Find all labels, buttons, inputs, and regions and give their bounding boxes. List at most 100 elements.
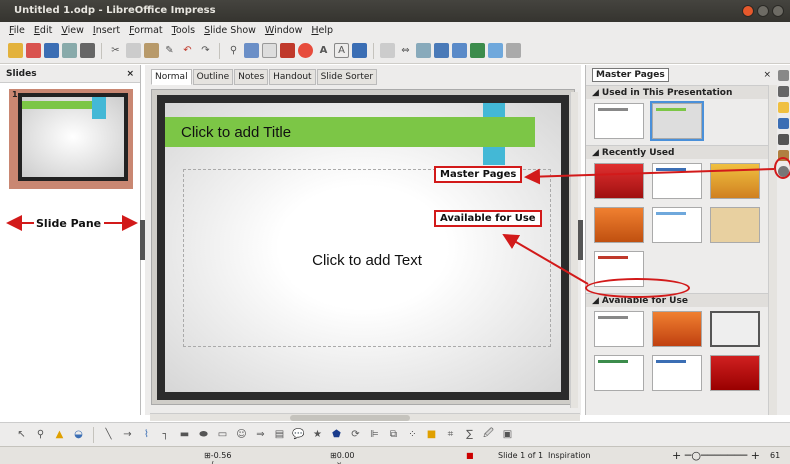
helplines-icon[interactable]: ⇔: [398, 43, 413, 58]
arrow-line-icon[interactable]: →: [120, 427, 135, 442]
tab-normal[interactable]: Normal: [151, 69, 192, 85]
master-thumb[interactable]: [652, 355, 702, 391]
master-pages-close-icon[interactable]: ×: [763, 70, 771, 80]
menu-window[interactable]: Window: [265, 25, 302, 36]
slide-thumbnail[interactable]: [18, 93, 128, 181]
tab-notes[interactable]: Notes: [234, 69, 269, 85]
master-thumb[interactable]: [710, 311, 760, 347]
menu-view[interactable]: View: [61, 25, 84, 36]
clone-formatting-icon[interactable]: ✎: [162, 43, 177, 58]
master-thumb[interactable]: [594, 163, 644, 199]
table-icon[interactable]: [262, 43, 277, 58]
open-folder-icon[interactable]: [26, 43, 41, 58]
text-box-icon[interactable]: A: [334, 43, 349, 58]
maximize-window-button[interactable]: [772, 5, 784, 17]
wrench-icon[interactable]: [778, 86, 789, 97]
animation-icon[interactable]: [778, 134, 789, 145]
menu-edit[interactable]: Edit: [34, 25, 52, 36]
start-slideshow-icon[interactable]: [434, 43, 449, 58]
tab-outline[interactable]: Outline: [192, 69, 234, 85]
text-placeholder[interactable]: Click to add Text: [183, 169, 551, 347]
block-arrows-icon[interactable]: ⇒: [253, 427, 268, 442]
shadow-icon[interactable]: ■: [424, 427, 439, 442]
master-thumb[interactable]: [710, 355, 760, 391]
zoom-icon[interactable]: ⚲: [33, 427, 48, 442]
undo-icon[interactable]: ↶: [180, 43, 195, 58]
save-icon[interactable]: [44, 43, 59, 58]
master-pages-scrollbar[interactable]: [768, 85, 777, 415]
special-character-icon[interactable]: [352, 43, 367, 58]
master-thumb[interactable]: [652, 311, 702, 347]
star-icon[interactable]: [778, 102, 789, 113]
fontwork-gallery-icon[interactable]: ∑: [462, 427, 477, 442]
extrusion-icon[interactable]: ▣: [500, 427, 515, 442]
slide-layout-icon[interactable]: [470, 43, 485, 58]
vertical-scrollbar[interactable]: [570, 92, 578, 408]
menu-help[interactable]: Help: [311, 25, 333, 36]
master-thumb[interactable]: [652, 207, 702, 243]
line-color-icon[interactable]: ▲: [52, 427, 67, 442]
menu-slide-show[interactable]: Slide Show: [204, 25, 256, 36]
duplicate-slide-icon[interactable]: [506, 43, 521, 58]
crop-icon[interactable]: ⌗: [443, 427, 458, 442]
master-thumb[interactable]: [594, 311, 644, 347]
export-pdf-icon[interactable]: [62, 43, 77, 58]
menu-insert[interactable]: Insert: [93, 25, 120, 36]
master-thumb[interactable]: [594, 103, 644, 139]
slides-pane-close-icon[interactable]: ×: [126, 69, 134, 79]
horizontal-scroll-thumb[interactable]: [290, 415, 410, 421]
display-views-icon[interactable]: [416, 43, 431, 58]
master-thumb[interactable]: [652, 163, 702, 199]
redo-icon[interactable]: ↷: [198, 43, 213, 58]
master-thumb[interactable]: [594, 355, 644, 391]
spellcheck-icon[interactable]: [244, 43, 259, 58]
horizontal-scrollbar[interactable]: [150, 413, 580, 421]
minimize-window-button[interactable]: [757, 5, 769, 17]
stars-icon[interactable]: ★: [310, 427, 325, 442]
image-icon[interactable]: [280, 43, 295, 58]
master-thumb[interactable]: [710, 163, 760, 199]
callout-icon[interactable]: 💬: [291, 427, 306, 442]
line-icon[interactable]: ╲: [101, 427, 116, 442]
rotate-icon[interactable]: ⟳: [348, 427, 363, 442]
grid-icon[interactable]: [380, 43, 395, 58]
basic-shapes-icon[interactable]: ▭: [215, 427, 230, 442]
section-used[interactable]: ◢ Used in This Presentation: [586, 85, 777, 99]
arrange-icon[interactable]: ⧉: [386, 427, 401, 442]
flowchart-icon[interactable]: ▤: [272, 427, 287, 442]
new-slide-icon[interactable]: [488, 43, 503, 58]
zoom-slider[interactable]: + ─○─────── +: [672, 449, 760, 462]
select-arrow-icon[interactable]: ↖: [14, 427, 29, 442]
master-pane-splitter[interactable]: [578, 220, 583, 260]
new-document-icon[interactable]: [8, 43, 23, 58]
menu-file[interactable]: File: [9, 25, 25, 36]
paste-icon[interactable]: [144, 43, 159, 58]
connector-icon[interactable]: ┐: [158, 427, 173, 442]
presentation-icon[interactable]: [452, 43, 467, 58]
section-recent[interactable]: ◢ Recently Used: [586, 145, 777, 159]
master-thumb[interactable]: [594, 207, 644, 243]
master-pages-icon[interactable]: [778, 118, 789, 129]
close-window-button[interactable]: [742, 5, 754, 17]
menu-format[interactable]: Format: [129, 25, 163, 36]
tab-slide-sorter[interactable]: Slide Sorter: [316, 69, 378, 85]
cut-icon[interactable]: ✂: [108, 43, 123, 58]
master-thumb[interactable]: [710, 207, 760, 243]
copy-icon[interactable]: [126, 43, 141, 58]
chart-icon[interactable]: [298, 43, 313, 58]
print-icon[interactable]: [80, 43, 95, 58]
align-icon[interactable]: ⊫: [367, 427, 382, 442]
title-placeholder[interactable]: Click to add Title: [165, 117, 535, 147]
menu-tools[interactable]: Tools: [172, 25, 195, 36]
tab-handout[interactable]: Handout: [269, 69, 316, 85]
rectangle-icon[interactable]: ▬: [177, 427, 192, 442]
symbol-shapes-icon[interactable]: ☺: [234, 427, 249, 442]
ellipse-icon[interactable]: ⬬: [196, 427, 211, 442]
3d-objects-icon[interactable]: ⬟: [329, 427, 344, 442]
fill-color-icon[interactable]: ◒: [71, 427, 86, 442]
curve-icon[interactable]: ⌇: [139, 427, 154, 442]
master-thumb-selected[interactable]: [650, 101, 704, 141]
find-replace-icon[interactable]: ⚲: [226, 43, 241, 58]
properties-icon[interactable]: [778, 70, 789, 81]
fontwork-icon[interactable]: A: [316, 43, 331, 58]
